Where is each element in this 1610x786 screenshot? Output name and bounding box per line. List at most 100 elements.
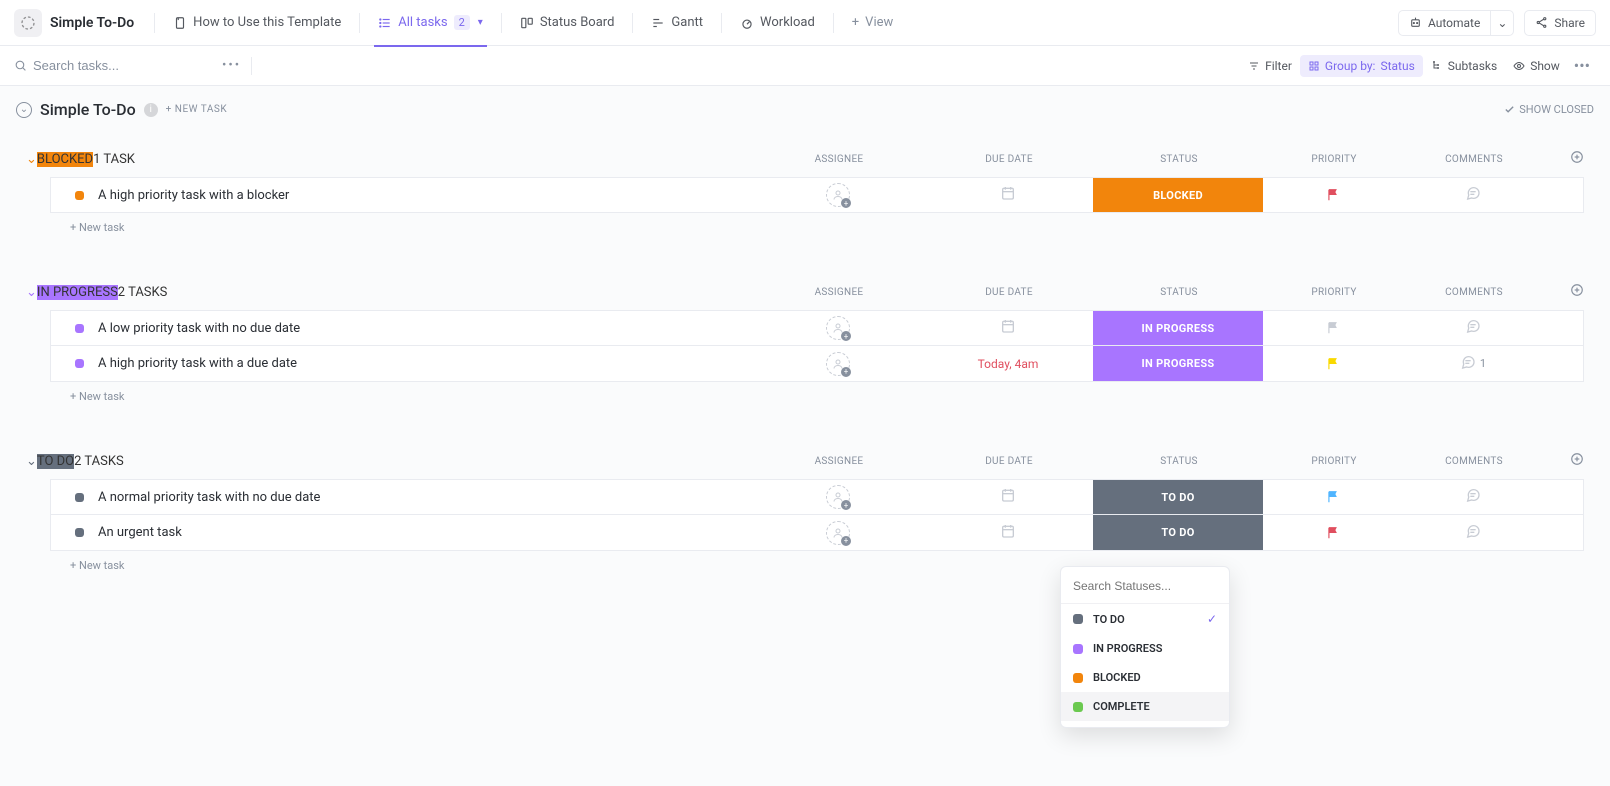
automate-label: Automate — [1428, 16, 1480, 30]
tab-status-board[interactable]: Status Board — [510, 0, 625, 46]
col-header-assignee: ASSIGNEE — [754, 287, 924, 298]
calendar-icon[interactable] — [1000, 523, 1016, 543]
priority-cell[interactable] — [1263, 321, 1403, 335]
task-row[interactable]: A low priority task with no due date + I… — [50, 310, 1584, 346]
status-badge[interactable]: TO DO — [37, 454, 74, 469]
add-column-button[interactable] — [1544, 150, 1584, 168]
status-cell[interactable]: BLOCKED — [1093, 178, 1263, 212]
calendar-icon[interactable] — [1000, 487, 1016, 507]
comment-icon[interactable] — [1465, 523, 1481, 543]
priority-cell[interactable] — [1263, 490, 1403, 504]
priority-cell[interactable] — [1263, 188, 1403, 202]
more-options-button[interactable]: ••• — [1568, 56, 1596, 75]
separator — [501, 13, 502, 33]
show-button[interactable]: Show — [1505, 55, 1568, 77]
status-cell[interactable]: IN PROGRESS — [1093, 346, 1263, 381]
status-option-to-do[interactable]: TO DO — [1061, 604, 1229, 634]
task-status-square[interactable] — [75, 191, 84, 200]
task-title[interactable]: A low priority task with no due date — [98, 321, 753, 336]
info-icon[interactable]: i — [144, 103, 158, 117]
separator — [359, 13, 360, 33]
task-title[interactable]: A high priority task with a blocker — [98, 188, 753, 203]
tab-label: Gantt — [671, 15, 703, 30]
due-date-text[interactable]: Today, 4am — [978, 357, 1039, 371]
tab-workload[interactable]: Workload — [730, 0, 825, 46]
priority-cell[interactable] — [1263, 526, 1403, 540]
group-by-button[interactable]: Group by: Status — [1300, 55, 1423, 77]
search-box[interactable] — [14, 58, 214, 73]
task-title[interactable]: A high priority task with a due date — [98, 356, 753, 371]
assignee-placeholder[interactable]: + — [826, 521, 850, 545]
collapse-group-button[interactable]: ⌄ — [26, 285, 37, 300]
collapse-list-button[interactable]: ⌄ — [16, 102, 32, 118]
status-dropdown: TO DOIN PROGRESSBLOCKEDCOMPLETE — [1060, 566, 1230, 728]
task-row[interactable]: A high priority task with a due date + T… — [50, 346, 1584, 382]
list-icon[interactable] — [14, 9, 42, 37]
task-title[interactable]: An urgent task — [98, 525, 753, 540]
new-task-button[interactable]: + New task — [26, 551, 1584, 572]
status-cell[interactable]: IN PROGRESS — [1093, 311, 1263, 345]
assignee-placeholder[interactable]: + — [826, 316, 850, 340]
assignee-cell: + — [753, 521, 923, 545]
status-swatch — [1073, 644, 1083, 654]
assignee-cell: + — [753, 316, 923, 340]
col-header-comments: COMMENTS — [1404, 154, 1544, 165]
new-task-button-top[interactable]: + NEW TASK — [166, 104, 227, 115]
list-title[interactable]: Simple To-Do — [50, 15, 134, 31]
status-option-blocked[interactable]: BLOCKED — [1061, 663, 1229, 692]
show-closed-button[interactable]: SHOW CLOSED — [1504, 103, 1594, 116]
add-column-button[interactable] — [1544, 283, 1584, 301]
status-cell[interactable]: TO DO — [1093, 480, 1263, 514]
share-button[interactable]: Share — [1524, 10, 1596, 36]
group-header-row: ⌄ TO DO 2 TASKS ASSIGNEE DUE DATE STATUS… — [26, 443, 1584, 479]
task-row[interactable]: A normal priority task with no due date … — [50, 479, 1584, 515]
task-status-square[interactable] — [75, 359, 84, 368]
group-by-label: Group by: — [1325, 59, 1376, 73]
task-status-square[interactable] — [75, 493, 84, 502]
assignee-placeholder[interactable]: + — [826, 183, 850, 207]
comments-cell: 1 — [1403, 354, 1543, 374]
due-cell — [923, 318, 1093, 338]
filter-button[interactable]: Filter — [1240, 55, 1300, 77]
comment-icon[interactable] — [1465, 318, 1481, 338]
status-option-complete[interactable]: COMPLETE — [1061, 692, 1229, 721]
status-search-input[interactable] — [1073, 579, 1228, 593]
tab-gantt[interactable]: Gantt — [641, 0, 713, 46]
comment-icon[interactable] — [1465, 487, 1481, 507]
search-more-button[interactable]: ••• — [222, 58, 241, 73]
automate-button[interactable]: Automate — [1398, 10, 1490, 36]
task-row[interactable]: An urgent task + TO DO — [50, 515, 1584, 551]
status-cell[interactable]: TO DO — [1093, 515, 1263, 550]
comment-icon[interactable] — [1465, 185, 1481, 205]
task-status-square[interactable] — [75, 324, 84, 333]
status-badge[interactable]: BLOCKED — [37, 152, 93, 167]
task-title[interactable]: A normal priority task with no due date — [98, 490, 753, 505]
collapse-group-button[interactable]: ⌄ — [26, 454, 37, 469]
col-header-comments: COMMENTS — [1404, 456, 1544, 467]
assignee-placeholder[interactable]: + — [826, 485, 850, 509]
task-count: 2 TASKS — [74, 454, 124, 469]
list-header-title[interactable]: Simple To-Do — [40, 100, 136, 119]
automate-dropdown-button[interactable]: ⌄ — [1490, 10, 1514, 36]
task-status-square[interactable] — [75, 528, 84, 537]
calendar-icon[interactable] — [1000, 185, 1016, 205]
collapse-group-button[interactable]: ⌄ — [26, 152, 37, 167]
tab-all-tasks[interactable]: All tasks 2 ▾ — [368, 0, 493, 46]
tab-template-doc[interactable]: How to Use this Template — [163, 0, 351, 46]
col-header-due: DUE DATE — [924, 456, 1094, 467]
subtasks-button[interactable]: Subtasks — [1423, 55, 1505, 77]
add-view-label: View — [865, 15, 893, 30]
status-badge[interactable]: IN PROGRESS — [37, 285, 118, 300]
comment-icon[interactable] — [1460, 354, 1476, 374]
comment-count: 1 — [1480, 357, 1486, 370]
add-column-button[interactable] — [1544, 452, 1584, 470]
calendar-icon[interactable] — [1000, 318, 1016, 338]
assignee-placeholder[interactable]: + — [826, 352, 850, 376]
add-view-button[interactable]: + View — [842, 0, 904, 46]
status-option-in-progress[interactable]: IN PROGRESS — [1061, 634, 1229, 663]
new-task-button[interactable]: + New task — [26, 382, 1584, 403]
task-row[interactable]: A high priority task with a blocker + BL… — [50, 177, 1584, 213]
search-input[interactable] — [33, 58, 163, 73]
priority-cell[interactable] — [1263, 357, 1403, 371]
new-task-button[interactable]: + New task — [26, 213, 1584, 234]
